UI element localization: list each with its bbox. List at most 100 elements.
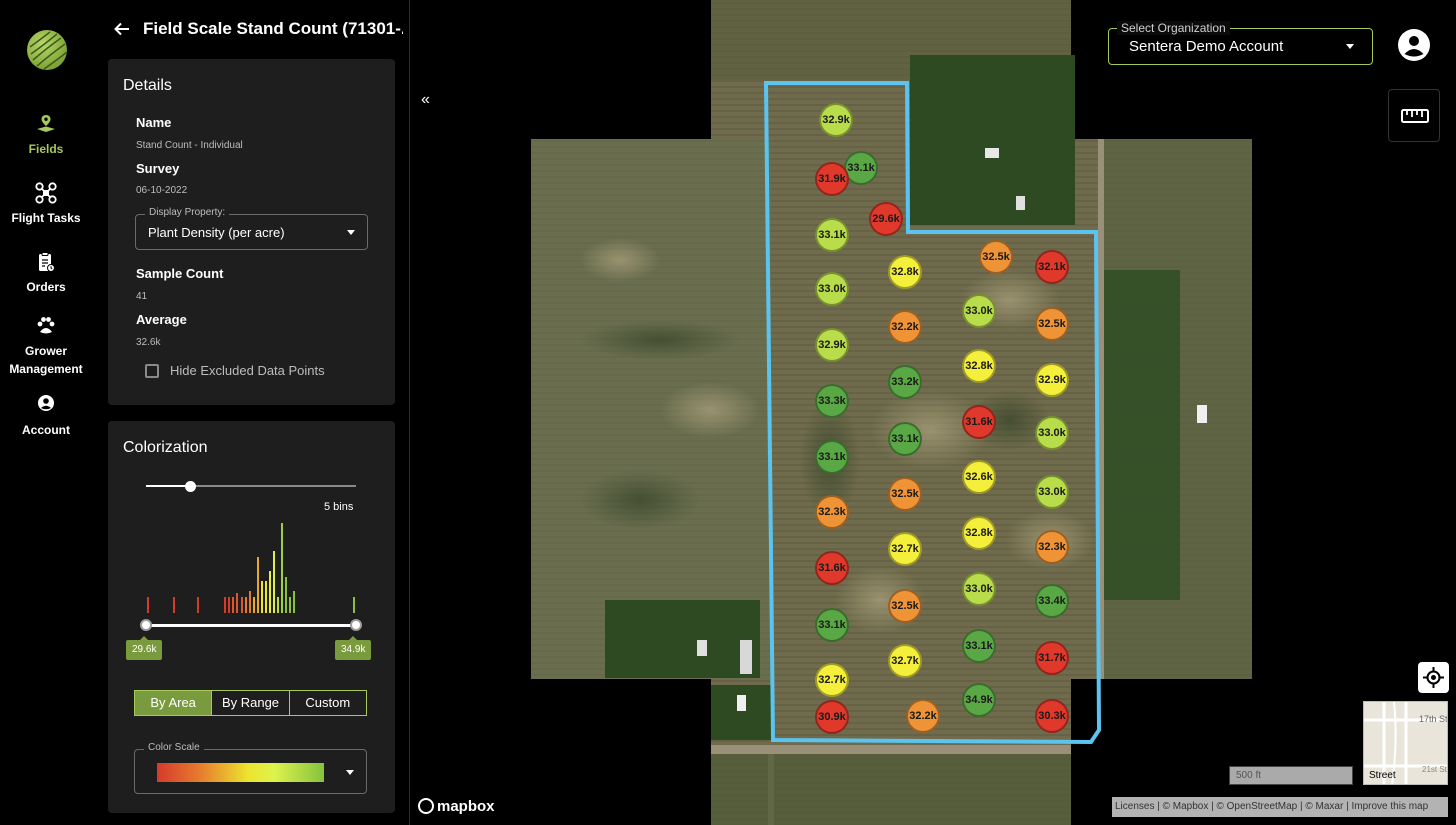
organization-value: Sentera Demo Account [1129, 38, 1284, 55]
nav-item-flight-tasks[interactable]: Flight Tasks [0, 181, 92, 227]
sample-marker[interactable]: 32.9k [1035, 363, 1069, 397]
nav-label-orders: Orders [26, 280, 66, 294]
sample-marker[interactable]: 33.1k [815, 218, 849, 252]
color-scale-legend: Color Scale [144, 742, 204, 753]
details-title: Details [123, 77, 172, 94]
mapbox-logo[interactable]: mapbox [418, 798, 495, 818]
sample-marker[interactable]: 33.1k [888, 422, 922, 456]
double-chevron-left-icon: « [421, 91, 430, 108]
range-max-tag: 34.9k [335, 636, 372, 660]
organization-select[interactable]: Select Organization Sentera Demo Account [1108, 21, 1373, 65]
sample-marker[interactable]: 32.9k [815, 328, 849, 362]
sample-marker[interactable]: 30.3k [1035, 699, 1069, 733]
sample-marker[interactable]: 33.1k [962, 629, 996, 663]
drone-icon [35, 182, 57, 204]
survey-value: 06-10-2022 [136, 185, 188, 196]
range-slider-track[interactable] [146, 624, 356, 627]
sample-marker[interactable]: 32.3k [1035, 530, 1069, 564]
sentera-logo[interactable] [27, 30, 67, 70]
growers-icon [37, 317, 55, 334]
hide-excluded-checkbox[interactable] [145, 364, 159, 378]
sample-marker[interactable]: 32.8k [962, 516, 996, 550]
display-property-legend: Display Property: [145, 207, 230, 218]
basemap-toggle-street[interactable]: 17th St W 21st St W Street [1363, 701, 1448, 785]
scale-bar-label: 500 ft [1236, 770, 1262, 781]
map-scale-bar: 500 ft [1229, 766, 1353, 785]
user-avatar-icon[interactable] [1397, 28, 1431, 62]
satellite-imagery [531, 0, 1252, 825]
sample-marker[interactable]: 33.1k [815, 608, 849, 642]
color-scale-select[interactable]: Color Scale [134, 742, 367, 794]
nav-item-grower-management[interactable]: Grower Management [0, 314, 92, 378]
chevron-down-icon [346, 770, 354, 775]
sample-marker[interactable]: 30.9k [815, 700, 849, 734]
details-card: Details Name Stand Count - Individual Su… [108, 59, 395, 405]
ruler-icon [1401, 109, 1429, 123]
main-nav: Fields Flight Tasks Orders Grower Manage… [0, 0, 92, 825]
sample-count-label: Sample Count [136, 266, 224, 281]
geolocate-button[interactable] [1418, 662, 1449, 693]
bins-slider-thumb[interactable] [185, 481, 196, 492]
display-property-select[interactable]: Display Property: Plant Density (per acr… [135, 207, 368, 250]
sample-marker[interactable]: 32.8k [962, 349, 996, 383]
mode-by-range-button[interactable]: By Range [212, 691, 290, 715]
mode-custom-button[interactable]: Custom [290, 691, 366, 715]
nav-item-fields[interactable]: Fields [0, 112, 92, 158]
hide-excluded-label: Hide Excluded Data Points [170, 363, 325, 378]
value-histogram [147, 523, 355, 613]
sample-marker[interactable]: 32.2k [906, 699, 940, 733]
sample-marker[interactable]: 32.3k [815, 495, 849, 529]
sample-marker[interactable]: 32.5k [888, 477, 922, 511]
map-attribution[interactable]: Licenses | © Mapbox | © OpenStreetMap | … [1112, 797, 1448, 817]
sample-marker[interactable]: 32.5k [888, 589, 922, 623]
sample-marker[interactable]: 32.7k [815, 663, 849, 697]
sample-marker[interactable]: 33.4k [1035, 584, 1069, 618]
collapse-panel-button[interactable]: « [410, 60, 441, 140]
sample-marker[interactable]: 32.2k [888, 310, 922, 344]
survey-label: Survey [136, 161, 180, 176]
mapbox-logo-text: mapbox [437, 798, 495, 815]
sample-marker[interactable]: 33.3k [815, 384, 849, 418]
sample-marker[interactable]: 33.0k [1035, 416, 1069, 450]
sample-marker[interactable]: 32.9k [819, 103, 853, 137]
sample-marker[interactable]: 33.2k [888, 365, 922, 399]
sample-count-value: 41 [136, 291, 148, 302]
sample-marker[interactable]: 32.7k [888, 532, 922, 566]
sample-marker[interactable]: 33.0k [1035, 475, 1069, 509]
sample-marker[interactable]: 32.5k [1035, 307, 1069, 341]
back-arrow-icon[interactable] [112, 19, 132, 39]
sample-marker[interactable]: 32.6k [962, 460, 996, 494]
sample-marker[interactable]: 33.0k [962, 294, 996, 328]
name-label: Name [136, 115, 172, 130]
sample-marker[interactable]: 32.5k [979, 240, 1013, 274]
sample-marker[interactable]: 32.8k [888, 255, 922, 289]
nav-label-flight-tasks: Flight Tasks [11, 211, 81, 225]
sample-marker[interactable]: 29.6k [869, 202, 903, 236]
range-slider-max-thumb[interactable] [350, 619, 362, 631]
clipboard-icon [39, 252, 55, 272]
bins-label: 5 bins [324, 501, 354, 513]
nav-item-account[interactable]: Account [0, 393, 92, 439]
sample-marker[interactable]: 32.1k [1035, 250, 1069, 284]
chevron-down-icon [1346, 44, 1354, 49]
measure-tool-button[interactable] [1388, 89, 1440, 142]
sample-marker[interactable]: 31.9k [815, 162, 849, 196]
average-label: Average [136, 312, 187, 327]
sample-marker[interactable]: 34.9k [962, 683, 996, 717]
sample-marker[interactable]: 33.0k [962, 572, 996, 606]
sample-marker[interactable]: 33.0k [815, 272, 849, 306]
page-title: Field Scale Stand Count (71301-... [143, 19, 403, 38]
nav-label-fields: Fields [28, 142, 64, 156]
colorization-mode-group: By Area By Range Custom [134, 690, 367, 716]
range-slider-min-thumb[interactable] [140, 619, 152, 631]
sample-marker[interactable]: 33.1k [815, 440, 849, 474]
average-value: 32.6k [136, 337, 161, 348]
sample-marker[interactable]: 33.1k [844, 151, 878, 185]
sample-marker[interactable]: 31.6k [962, 405, 996, 439]
mode-by-area-button[interactable]: By Area [135, 691, 213, 715]
nav-item-orders[interactable]: Orders [0, 250, 92, 296]
sample-marker[interactable]: 31.7k [1035, 641, 1069, 675]
map-view[interactable]: 32.9k 33.1k 31.9k 29.6k 33.1k 33.0k 32.9… [410, 0, 1456, 825]
sample-marker[interactable]: 32.7k [888, 644, 922, 678]
sample-marker[interactable]: 31.6k [815, 551, 849, 585]
